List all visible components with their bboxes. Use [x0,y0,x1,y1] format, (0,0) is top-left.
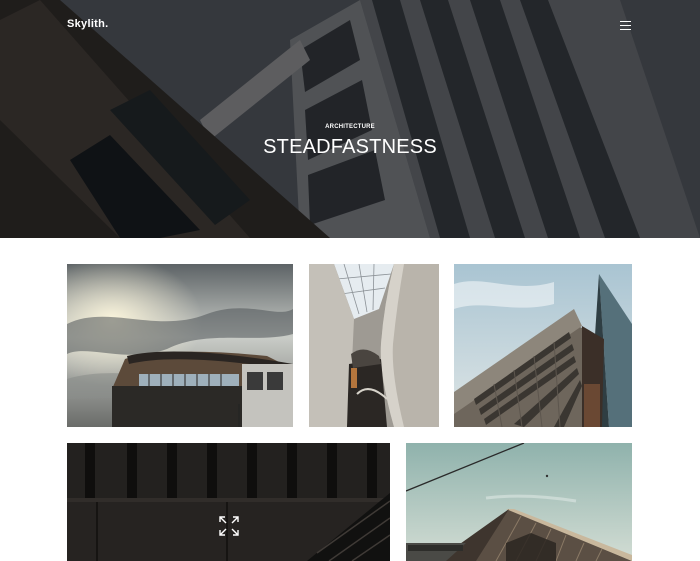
gallery-item-1[interactable] [67,264,293,427]
gallery-image [67,264,293,427]
gallery-image [454,264,632,427]
gallery-item-3[interactable] [454,264,632,427]
hero-banner: Skylith. ARCHITECTURE STEADFASTNESS [0,0,700,238]
hero-title: STEADFASTNESS [263,136,437,158]
gallery-item-2[interactable] [309,264,439,427]
hero-category[interactable]: ARCHITECTURE [0,124,700,130]
brand-logo[interactable]: Skylith. [67,18,109,30]
gallery-item-4[interactable] [67,443,390,561]
gallery-item-5[interactable] [406,443,632,561]
hamburger-menu-icon[interactable] [620,18,634,32]
gallery-image [406,443,632,561]
expand-arrows-icon[interactable] [218,515,240,537]
gallery-image [67,443,390,561]
hero-background-image [0,0,700,238]
gallery-image [309,264,439,427]
